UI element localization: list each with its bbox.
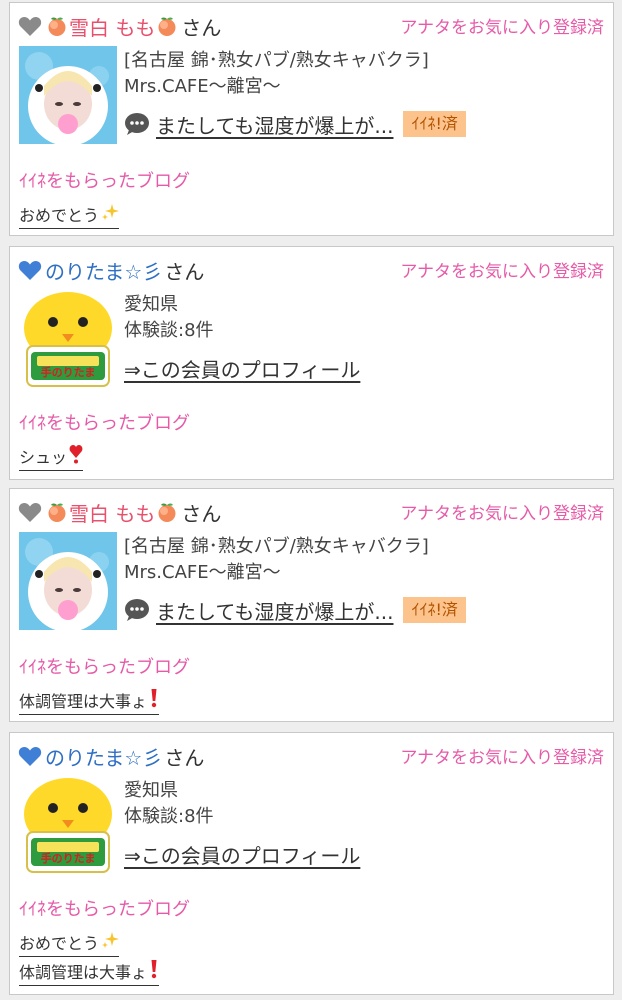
shop-category: [名古屋 錦･熟女パブ/熟女キャバクラ] <box>124 536 429 557</box>
sender-header: のりたま☆彡 さん <box>18 741 204 771</box>
red-exclamation-icon <box>149 959 159 983</box>
favorite-status: アナタをお気に入り登録済 <box>400 504 604 524</box>
avatar[interactable]: 手のりたま <box>19 290 117 388</box>
blog-entry: またしても湿度が爆上が... ｲｲﾈ!済 <box>124 592 605 628</box>
sparkles-icon <box>101 203 120 225</box>
prefecture: 愛知県 <box>124 294 178 315</box>
review-count: 体験談:8件 <box>124 806 214 827</box>
liked-notification-card: 雪白 もも さん アナタをお気に入り登録済 [名古屋 錦･熟女パブ/熟女キャバク… <box>9 488 614 722</box>
peach-icon <box>46 501 68 523</box>
avatar[interactable]: 手のりたま <box>19 776 117 874</box>
peach-icon <box>156 15 178 37</box>
member-profile-link[interactable]: ⇒この会員のプロフィール <box>124 354 360 383</box>
favorite-status: アナタをお気に入り登録済 <box>400 748 604 768</box>
liked-blog-label: ｲｲﾈをもらったブログ <box>19 657 190 678</box>
shop-name[interactable]: Mrs.CAFE〜離宮〜 <box>124 560 605 586</box>
post-title: シュッ <box>19 448 68 467</box>
red-exclamation-icon <box>149 688 159 712</box>
liked-blog-label: ｲｲﾈをもらったブログ <box>19 171 190 192</box>
sender-header: のりたま☆彡 さん <box>18 255 204 285</box>
liked-post-link[interactable]: おめでとう <box>19 202 120 229</box>
liked-post-link[interactable]: 体調管理は大事ょ <box>19 959 160 986</box>
shop-info: [名古屋 錦･熟女パブ/熟女キャバクラ] Mrs.CAFE〜離宮〜 またしても湿… <box>124 534 605 628</box>
member-info: 愛知県 体験談:8件 ⇒この会員のプロフィール <box>124 778 605 869</box>
shop-name[interactable]: Mrs.CAFE〜離宮〜 <box>124 74 605 100</box>
sender-name[interactable]: のりたま☆彡 <box>45 256 162 285</box>
member-info: 愛知県 体験談:8件 ⇒この会員のプロフィール <box>124 292 605 383</box>
honorific-suffix: さん <box>164 259 205 284</box>
review-count: 体験談:8件 <box>124 320 214 341</box>
liked-post-link[interactable]: おめでとう <box>19 930 120 957</box>
post-title: おめでとう <box>19 206 100 225</box>
liked-notification-card: のりたま☆彡 さん アナタをお気に入り登録済 手のりたま 愛知県 体験談:8件 … <box>9 246 614 480</box>
prefecture: 愛知県 <box>124 780 178 801</box>
svg-text:手のりたま: 手のりたま <box>41 365 96 379</box>
sparkles-icon <box>101 931 120 953</box>
liked-post-link[interactable]: 体調管理は大事ょ <box>19 688 160 715</box>
peach-icon <box>46 15 68 37</box>
gray-heart-icon <box>18 15 42 37</box>
post-title: 体調管理は大事ょ <box>19 692 148 711</box>
svg-text:手のりたま: 手のりたま <box>41 851 96 865</box>
iine-badge: ｲｲﾈ!済 <box>403 597 466 623</box>
speech-bubble-icon <box>124 112 150 136</box>
blog-title-link[interactable]: またしても湿度が爆上が... <box>156 110 393 139</box>
sender-header: 雪白 もも さん <box>18 11 221 41</box>
liked-blog-label: ｲｲﾈをもらったブログ <box>19 413 190 434</box>
peach-icon <box>156 501 178 523</box>
post-title: 体調管理は大事ょ <box>19 963 148 982</box>
favorite-status: アナタをお気に入り登録済 <box>400 18 604 38</box>
gray-heart-icon <box>18 501 42 523</box>
shop-info: [名古屋 錦･熟女パブ/熟女キャバクラ] Mrs.CAFE〜離宮〜 またしても湿… <box>124 48 605 142</box>
liked-blog-label: ｲｲﾈをもらったブログ <box>19 899 190 920</box>
speech-bubble-icon <box>124 598 150 622</box>
blue-heart-icon <box>18 259 42 281</box>
member-profile-link[interactable]: ⇒この会員のプロフィール <box>124 840 360 869</box>
honorific-suffix: さん <box>164 745 205 770</box>
post-title: おめでとう <box>19 934 100 953</box>
liked-notification-card: のりたま☆彡 さん アナタをお気に入り登録済 手のりたま 愛知県 体験談:8件 … <box>9 732 614 995</box>
liked-notification-card: 雪白 もも さん アナタをお気に入り登録済 [名古屋 錦･熟女パブ/熟女キャバク… <box>9 2 614 236</box>
honorific-suffix: さん <box>181 501 222 526</box>
liked-post-link[interactable]: シュッ <box>19 444 84 471</box>
blog-title-link[interactable]: またしても湿度が爆上が... <box>156 596 393 625</box>
favorite-status: アナタをお気に入り登録済 <box>400 262 604 282</box>
sender-name[interactable]: 雪白 もも <box>69 12 155 41</box>
sender-name[interactable]: のりたま☆彡 <box>45 742 162 771</box>
honorific-suffix: さん <box>181 15 222 40</box>
shop-category: [名古屋 錦･熟女パブ/熟女キャバクラ] <box>124 50 429 71</box>
red-heart-exclamation-icon <box>69 444 83 468</box>
sender-name[interactable]: 雪白 もも <box>69 498 155 527</box>
avatar[interactable] <box>19 46 117 144</box>
iine-badge: ｲｲﾈ!済 <box>403 111 466 137</box>
blue-heart-icon <box>18 745 42 767</box>
blog-entry: またしても湿度が爆上が... ｲｲﾈ!済 <box>124 106 605 142</box>
sender-header: 雪白 もも さん <box>18 497 221 527</box>
avatar[interactable] <box>19 532 117 630</box>
